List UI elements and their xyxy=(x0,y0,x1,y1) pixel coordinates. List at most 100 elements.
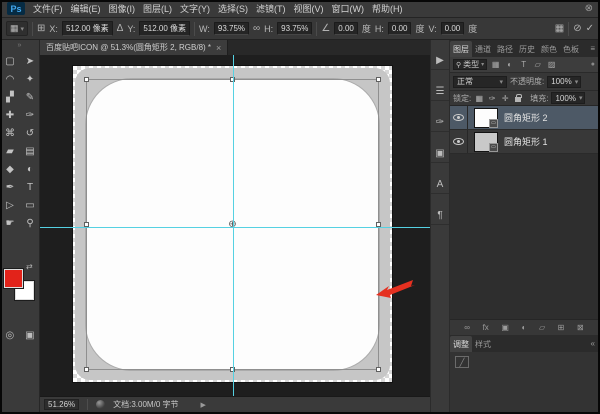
layer-filter-kind-dropdown[interactable]: ⚲ 类型 ▾ xyxy=(453,59,487,70)
tool-rectangular-marquee[interactable]: ▢ xyxy=(0,52,20,70)
filter-type-layers-icon[interactable]: T xyxy=(518,60,529,69)
transform-handle-top-right[interactable] xyxy=(376,77,381,82)
transform-handle-top-left[interactable] xyxy=(84,77,89,82)
layer-visibility-toggle[interactable] xyxy=(450,130,468,153)
tab-swatches[interactable]: 色板 xyxy=(560,41,582,57)
menu-filter[interactable]: 滤镜(T) xyxy=(256,2,286,15)
rotation-input[interactable]: 0.00 xyxy=(334,22,358,35)
tab-layers[interactable]: 图层 xyxy=(450,41,472,57)
menu-view[interactable]: 视图(V) xyxy=(294,2,324,15)
new-adjustment-layer-icon[interactable]: ◐ xyxy=(522,323,527,332)
menu-layer[interactable]: 图层(L) xyxy=(143,2,172,15)
adjustment-preset-icon[interactable]: ╱ xyxy=(455,356,469,368)
tool-dodge[interactable]: ◐ xyxy=(20,160,40,178)
window-control-icon[interactable]: ⊗ xyxy=(585,3,593,14)
y-position-input[interactable]: 512.00 像素 xyxy=(139,21,190,36)
lock-image-pixels-icon[interactable]: ✑ xyxy=(487,94,497,103)
tool-hand[interactable]: ☛ xyxy=(0,214,20,232)
filter-smart-object-icon[interactable]: ▨ xyxy=(546,60,557,69)
menu-file[interactable]: 文件(F) xyxy=(33,2,63,15)
screen-mode-button[interactable]: ▣ xyxy=(25,330,34,341)
document-tab[interactable]: 百度贴吧ICON @ 51.3%(圆角矩形 2, RGB/8) * × xyxy=(40,40,228,55)
relative-position-icon[interactable]: Δ xyxy=(117,24,124,34)
properties-panel-icon[interactable]: ☰ xyxy=(431,83,449,101)
close-document-icon[interactable]: × xyxy=(216,43,221,53)
maintain-aspect-ratio-icon[interactable]: ∞ xyxy=(253,24,260,34)
tab-adjustments[interactable]: 调整 xyxy=(450,336,472,352)
swap-colors-icon[interactable]: ⇄ xyxy=(26,262,33,271)
paragraph-panel-icon[interactable]: ¶ xyxy=(431,207,449,225)
blend-mode-dropdown[interactable]: 正常 ▾ xyxy=(453,76,507,88)
menu-select[interactable]: 选择(S) xyxy=(218,2,248,15)
tool-history-brush[interactable]: ↺ xyxy=(20,124,40,142)
transform-handle-bottom-left[interactable] xyxy=(84,367,89,372)
tool-clone-stamp[interactable]: ⌘ xyxy=(0,124,20,142)
new-layer-icon[interactable]: ⊞ xyxy=(558,323,565,332)
tab-color[interactable]: 颜色 xyxy=(538,41,560,57)
fill-dropdown[interactable]: 100% ▾ xyxy=(551,92,585,104)
panel-grip-icon[interactable]: » xyxy=(0,40,39,52)
foreground-color-swatch[interactable] xyxy=(4,269,23,288)
clone-source-panel-icon[interactable]: ▣ xyxy=(431,145,449,163)
tool-move[interactable]: ➤ xyxy=(20,52,40,70)
add-layer-mask-icon[interactable]: ▣ xyxy=(501,323,509,332)
tool-zoom[interactable]: ⚲ xyxy=(20,214,40,232)
tool-pen[interactable]: ✒ xyxy=(0,178,20,196)
filter-adjustment-layers-icon[interactable]: ◐ xyxy=(504,60,515,69)
reference-point-locator-icon[interactable]: ⊞ xyxy=(37,24,45,34)
tool-eraser[interactable]: ▰ xyxy=(0,142,20,160)
x-position-input[interactable]: 512.00 像素 xyxy=(62,21,113,36)
tool-crop[interactable]: ▞ xyxy=(0,88,20,106)
h-skew-input[interactable]: 0.00 xyxy=(388,22,412,35)
tab-channels[interactable]: 通道 xyxy=(472,41,494,57)
status-options-arrow-icon[interactable]: ▶ xyxy=(201,401,206,409)
layer-thumbnail[interactable]: ▭ xyxy=(474,132,498,152)
tool-rectangle-shape[interactable]: ▭ xyxy=(20,196,40,214)
vertical-guide[interactable] xyxy=(233,55,234,396)
tool-brush[interactable]: ✑ xyxy=(20,106,40,124)
link-layers-icon[interactable]: ∞ xyxy=(464,323,470,332)
v-skew-input[interactable]: 0.00 xyxy=(441,22,465,35)
transform-handle-bottom-right[interactable] xyxy=(376,367,381,372)
filter-pixel-layers-icon[interactable]: ▦ xyxy=(490,60,501,69)
tool-eyedropper[interactable]: ✎ xyxy=(20,88,40,106)
cancel-transform-icon[interactable]: ⊘ xyxy=(573,24,581,34)
quick-mask-button[interactable]: ◎ xyxy=(5,330,14,341)
transform-handle-middle-right[interactable] xyxy=(376,222,381,227)
panel-menu-icon[interactable]: ≡ xyxy=(590,44,595,53)
layer-visibility-toggle[interactable] xyxy=(450,106,468,129)
new-group-icon[interactable]: ▱ xyxy=(539,323,545,332)
menu-type[interactable]: 文字(Y) xyxy=(180,2,210,15)
height-input[interactable]: 93.75% xyxy=(277,22,312,35)
layer-row-rounded-rect-2[interactable]: ▭ 圆角矩形 2 xyxy=(450,106,598,130)
menu-edit[interactable]: 编辑(E) xyxy=(71,2,101,15)
actions-panel-icon[interactable]: ▶ xyxy=(431,52,449,70)
layer-name[interactable]: 圆角矩形 2 xyxy=(504,111,548,124)
menu-help[interactable]: 帮助(H) xyxy=(372,2,403,15)
warp-mode-icon[interactable]: ▦ xyxy=(555,24,564,34)
width-input[interactable]: 93.75% xyxy=(214,22,249,35)
filter-shape-layers-icon[interactable]: ▱ xyxy=(532,60,543,69)
canvas-viewport[interactable]: ⊕ xyxy=(40,55,430,396)
collapse-panel-icon[interactable]: « xyxy=(591,339,595,348)
commit-transform-icon[interactable]: ✓ xyxy=(586,24,594,34)
lock-all-icon[interactable] xyxy=(515,97,521,102)
tab-paths[interactable]: 路径 xyxy=(494,41,516,57)
horizontal-guide[interactable] xyxy=(40,227,430,228)
brush-presets-panel-icon[interactable]: ✑ xyxy=(431,114,449,132)
layer-style-icon[interactable]: fx xyxy=(483,323,489,332)
filter-toggle-icon[interactable]: ● xyxy=(591,61,595,68)
menu-image[interactable]: 图像(I) xyxy=(109,2,136,15)
lock-transparent-pixels-icon[interactable]: ▦ xyxy=(474,94,484,103)
layer-thumbnail[interactable]: ▭ xyxy=(474,108,498,128)
tab-history[interactable]: 历史 xyxy=(516,41,538,57)
tool-path-selection[interactable]: ▷ xyxy=(0,196,20,214)
menu-window[interactable]: 窗口(W) xyxy=(332,2,365,15)
tool-gradient[interactable]: ▤ xyxy=(20,142,40,160)
tool-quick-selection[interactable]: ✦ xyxy=(20,70,40,88)
tool-blur[interactable]: ◆ xyxy=(0,160,20,178)
tool-spot-healing-brush[interactable]: ✚ xyxy=(0,106,20,124)
layer-name[interactable]: 圆角矩形 1 xyxy=(504,135,548,148)
zoom-level-input[interactable]: 51.26% xyxy=(44,399,79,410)
delete-layer-icon[interactable]: ⊠ xyxy=(577,323,584,332)
